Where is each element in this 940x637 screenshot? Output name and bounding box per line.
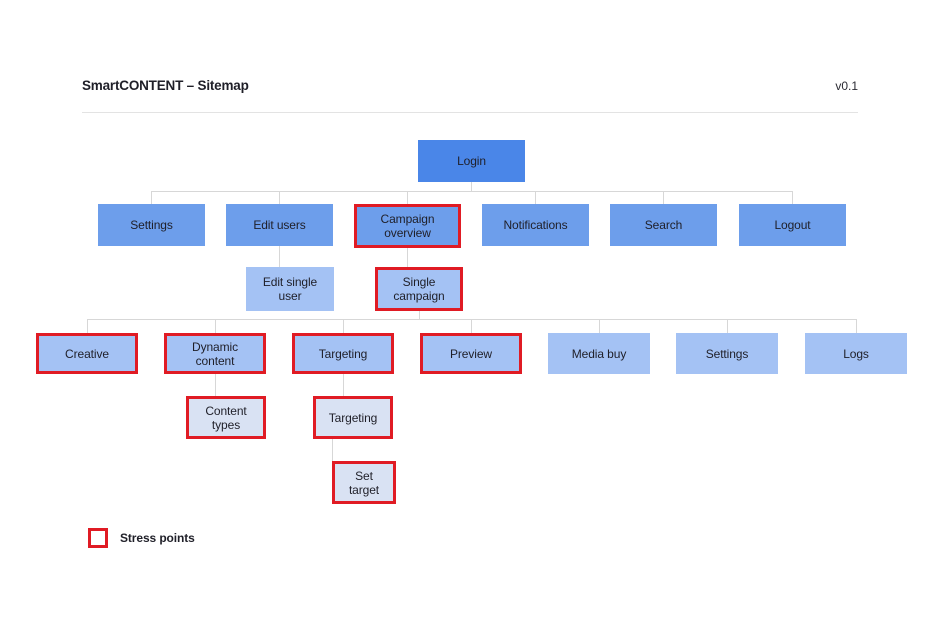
connector-drop-targeting: [343, 319, 344, 333]
node-dynamic-content[interactable]: Dynamic content: [164, 333, 266, 374]
node-media-buy[interactable]: Media buy: [548, 333, 650, 374]
node-campaign-overview[interactable]: Campaign overview: [354, 204, 461, 248]
node-single-campaign[interactable]: Single campaign: [375, 267, 463, 311]
node-creative[interactable]: Creative: [36, 333, 138, 374]
connector-drop-logout: [792, 191, 793, 204]
node-logout[interactable]: Logout: [739, 204, 846, 246]
sitemap-page: SmartCONTENT – Sitemap v0.1 Login Settin…: [0, 0, 940, 637]
version-label: v0.1: [835, 79, 858, 93]
node-set-target[interactable]: Set target: [332, 461, 396, 504]
node-settings-top[interactable]: Settings: [98, 204, 205, 246]
connector-login-down: [471, 182, 472, 191]
connector-drop-search: [663, 191, 664, 204]
connector-level2-bus: [151, 191, 792, 192]
connector-drop-preview: [471, 319, 472, 333]
connector-drop-creative: [87, 319, 88, 333]
node-targeting-child[interactable]: Targeting: [313, 396, 393, 439]
connector-drop-settings: [151, 191, 152, 204]
node-edit-users[interactable]: Edit users: [226, 204, 333, 246]
node-search[interactable]: Search: [610, 204, 717, 246]
document-header: SmartCONTENT – Sitemap v0.1: [82, 78, 858, 112]
node-login[interactable]: Login: [418, 140, 525, 182]
node-content-types[interactable]: Content types: [186, 396, 266, 439]
node-notifications[interactable]: Notifications: [482, 204, 589, 246]
header-divider: [82, 112, 858, 113]
connector-drop-logs: [856, 319, 857, 333]
legend-label: Stress points: [120, 531, 195, 545]
stress-point-swatch-icon: [88, 528, 108, 548]
page-title: SmartCONTENT – Sitemap: [82, 78, 249, 93]
connector-drop-notifications: [535, 191, 536, 204]
legend: Stress points: [88, 528, 195, 548]
connector-drop-edit-users: [279, 191, 280, 204]
connector-drop-dynamic-content: [215, 319, 216, 333]
node-settings-campaign[interactable]: Settings: [676, 333, 778, 374]
connector-drop-campaign-overview: [407, 191, 408, 204]
node-targeting[interactable]: Targeting: [292, 333, 394, 374]
node-edit-single-user[interactable]: Edit single user: [246, 267, 334, 311]
connector-drop-settings-campaign: [727, 319, 728, 333]
node-logs[interactable]: Logs: [805, 333, 907, 374]
node-preview[interactable]: Preview: [420, 333, 522, 374]
connector-single-campaign-down: [419, 311, 420, 319]
connector-drop-media-buy: [599, 319, 600, 333]
